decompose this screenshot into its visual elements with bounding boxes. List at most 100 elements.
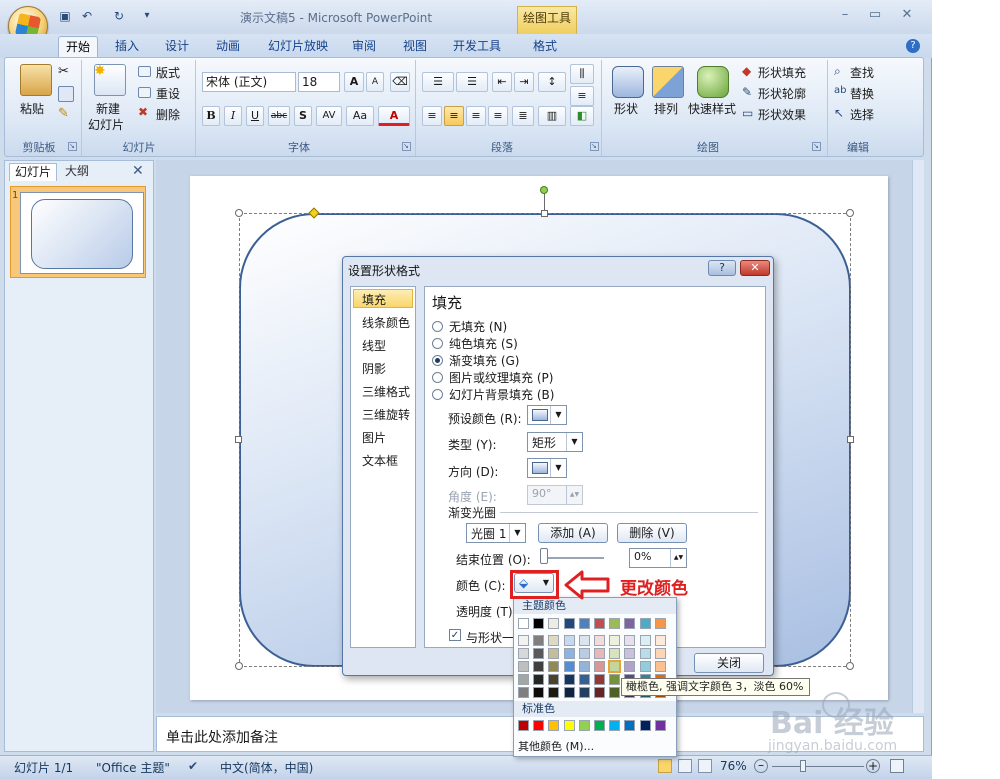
theme-shade-swatch[interactable] (518, 661, 529, 672)
layout-button[interactable]: 版式 (156, 64, 180, 81)
vertical-scrollbar[interactable] (912, 160, 924, 713)
end-position-slider-thumb[interactable] (540, 548, 548, 564)
quick-styles-button[interactable]: 快速样式 (688, 100, 736, 117)
theme-color-swatch[interactable] (639, 618, 651, 629)
dialog-close-button[interactable]: 关闭 (694, 653, 764, 673)
theme-shade-swatch[interactable] (533, 648, 545, 659)
text-direction-button[interactable]: ⫼ (570, 64, 594, 84)
notes-placeholder[interactable]: 单击此处添加备注 (166, 727, 278, 747)
tab-home[interactable]: 开始 (58, 36, 98, 58)
new-slide-label-2[interactable]: 幻灯片 (88, 116, 124, 133)
redo-icon[interactable]: ↻ (112, 9, 126, 23)
theme-shade-swatch[interactable] (609, 674, 621, 685)
smartart-button[interactable]: ◧ (570, 106, 594, 126)
grow-font-button[interactable]: A (344, 72, 364, 92)
help-icon[interactable]: ? (906, 39, 920, 53)
tab-animation[interactable]: 动画 (208, 36, 248, 58)
standard-color-swatch[interactable] (654, 720, 666, 731)
clear-format-icon[interactable]: ⌫ (390, 72, 410, 92)
theme-shade-swatch[interactable] (533, 674, 545, 685)
tab-outline-pane[interactable]: 大纲 (60, 163, 94, 181)
resize-handle-ne[interactable] (846, 209, 854, 217)
rotate-with-shape-checkbox[interactable]: ✓ (449, 629, 461, 641)
tab-review[interactable]: 审阅 (345, 36, 383, 58)
theme-shade-swatch[interactable] (594, 687, 605, 698)
standard-color-swatch[interactable] (594, 720, 605, 731)
resize-handle-w[interactable] (235, 436, 242, 443)
normal-view-icon[interactable] (658, 759, 672, 773)
end-position-slider-track[interactable] (544, 557, 604, 559)
radio-gradient-fill[interactable] (432, 355, 443, 366)
copy-icon[interactable] (58, 86, 74, 102)
decrease-indent-button[interactable]: ⇤ (492, 72, 512, 92)
maximize-button[interactable]: ▭ (860, 6, 890, 24)
find-button[interactable]: 查找 (850, 64, 874, 81)
font-color-button[interactable]: A (378, 106, 410, 126)
nav-fill[interactable]: 填充 (362, 291, 386, 308)
nav-picture[interactable]: 图片 (362, 429, 386, 446)
close-pane-icon[interactable]: ✕ (132, 163, 144, 179)
line-spacing-button[interactable]: ↕ (538, 72, 566, 92)
distribute-button[interactable]: ≣ (512, 106, 534, 126)
theme-shade-swatch[interactable] (578, 648, 590, 659)
theme-shade-swatch[interactable] (639, 635, 651, 646)
reset-button[interactable]: 重设 (156, 85, 180, 102)
radio-background-fill[interactable] (432, 389, 443, 400)
new-slide-label[interactable]: 新建 (96, 100, 120, 117)
theme-shade-swatch[interactable] (639, 648, 651, 659)
theme-shade-swatch[interactable] (533, 687, 545, 698)
shrink-font-button[interactable]: A (366, 72, 384, 92)
theme-shade-swatch[interactable] (578, 635, 590, 646)
align-center-button[interactable]: ≡ (444, 106, 464, 126)
font-name-combo[interactable]: 宋体 (正文) (202, 72, 296, 92)
theme-shade-swatch[interactable] (624, 648, 636, 659)
save-icon[interactable]: ▣ (58, 9, 72, 23)
nav-3d-rotation[interactable]: 三维旋转 (362, 406, 410, 423)
char-spacing-button[interactable]: AV (316, 106, 342, 126)
tab-developer[interactable]: 开发工具 (446, 36, 508, 58)
theme-shade-swatch[interactable] (548, 661, 560, 672)
theme-color-swatch[interactable] (624, 618, 636, 629)
preset-colors-dropdown[interactable]: ▼ (527, 405, 567, 425)
close-window-button[interactable]: ✕ (892, 6, 922, 24)
theme-shade-swatch[interactable] (624, 635, 636, 646)
tab-design[interactable]: 设计 (158, 36, 196, 58)
theme-shade-swatch[interactable] (548, 674, 560, 685)
radio-background-fill-label[interactable]: 幻灯片背景填充 (B) (449, 386, 554, 403)
italic-button[interactable]: I (224, 106, 242, 126)
theme-shade-swatch[interactable] (578, 674, 590, 685)
arrange-button[interactable]: 排列 (654, 100, 678, 117)
end-position-spinner[interactable]: 0% ▲▼ (629, 548, 687, 568)
theme-shade-swatch[interactable] (609, 687, 621, 698)
shape-outline-button[interactable]: 形状轮廓 (758, 85, 806, 102)
nav-line-style[interactable]: 线型 (362, 337, 386, 354)
align-left-button[interactable]: ≡ (422, 106, 442, 126)
minimize-button[interactable]: – (830, 6, 860, 24)
radio-solid-fill-label[interactable]: 纯色填充 (S) (449, 335, 518, 352)
theme-shade-swatch[interactable] (563, 635, 575, 646)
theme-shade-swatch[interactable] (548, 648, 560, 659)
gradient-stop-dropdown[interactable]: 光圈 1 ▼ (466, 523, 526, 543)
format-painter-icon[interactable]: ✎ (58, 106, 69, 121)
arrange-icon[interactable] (652, 66, 684, 98)
theme-shade-swatch[interactable] (639, 661, 651, 672)
tab-slides-pane[interactable]: 幻灯片 (9, 163, 58, 181)
radio-solid-fill[interactable] (432, 338, 443, 349)
theme-shade-swatch[interactable] (533, 661, 545, 672)
theme-color-swatch[interactable] (578, 618, 590, 629)
theme-shade-swatch[interactable] (548, 687, 560, 698)
theme-shade-swatch[interactable] (594, 648, 605, 659)
theme-shade-swatch[interactable] (578, 687, 590, 698)
standard-color-swatch[interactable] (609, 720, 621, 731)
delete-stop-button[interactable]: 删除 (V) (617, 523, 687, 543)
increase-indent-button[interactable]: ⇥ (514, 72, 534, 92)
paste-button[interactable]: 粘贴 (20, 100, 44, 117)
theme-shade-swatch[interactable] (548, 635, 560, 646)
paragraph-launcher-icon[interactable]: ↘ (590, 142, 599, 151)
standard-color-swatch[interactable] (548, 720, 560, 731)
resize-handle-e[interactable] (847, 436, 854, 443)
align-right-button[interactable]: ≡ (466, 106, 486, 126)
dialog-close-x-button[interactable]: ✕ (740, 260, 770, 276)
resize-handle-nw[interactable] (235, 209, 243, 217)
tab-format[interactable]: 格式 (522, 36, 568, 58)
